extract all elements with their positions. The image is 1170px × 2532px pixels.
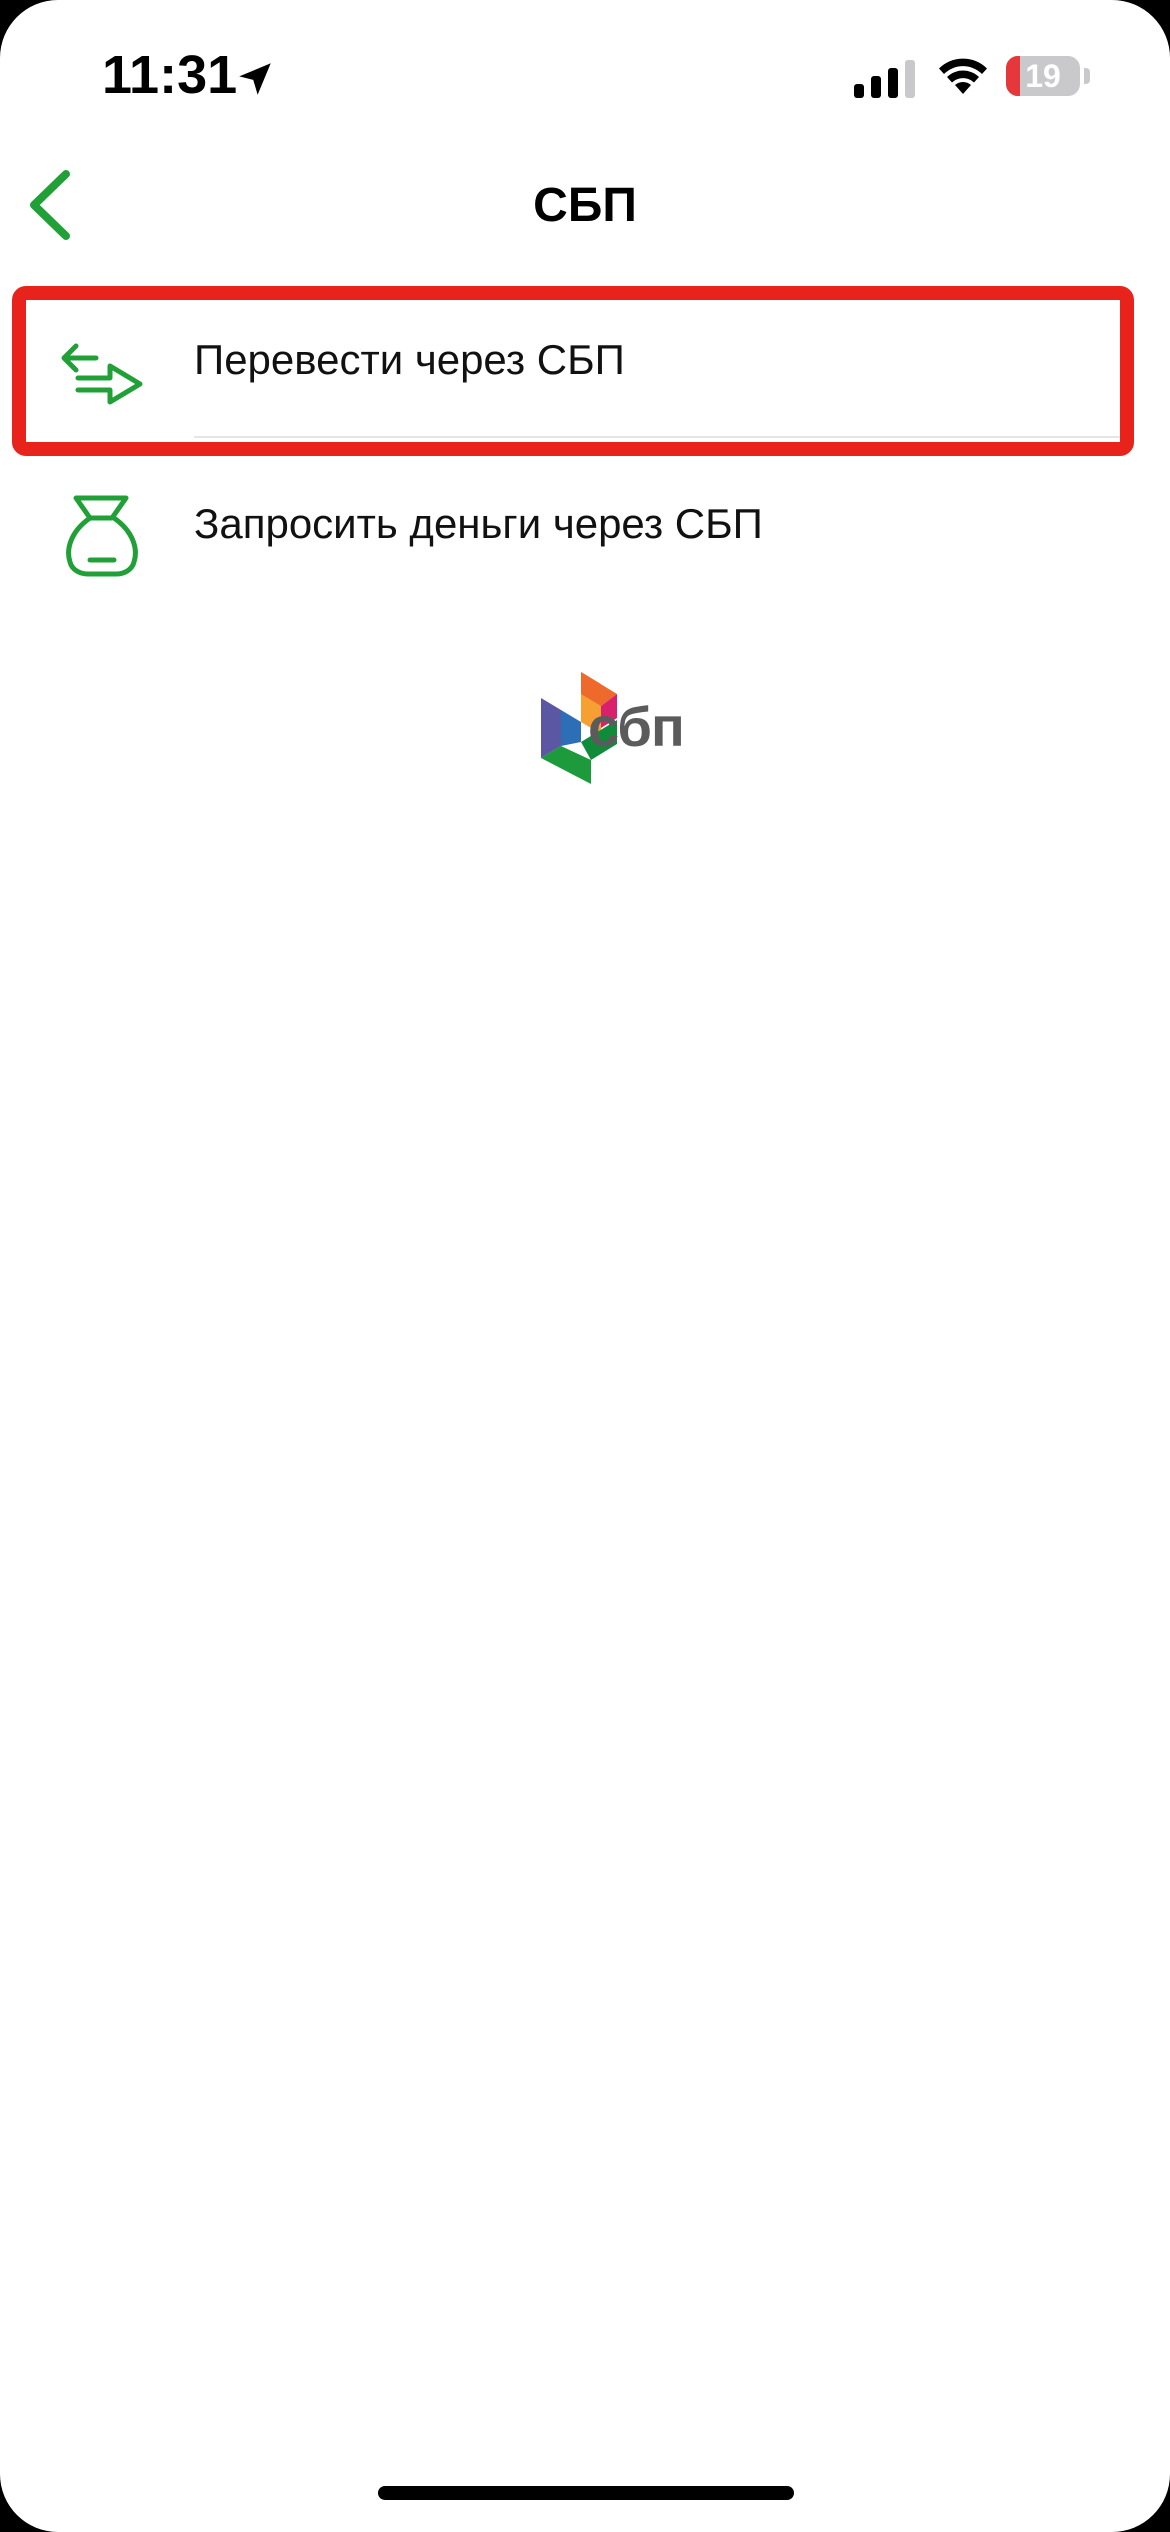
menu-item-label: Перевести через СБП [194,336,625,383]
menu-item-transfer-sbp[interactable]: Перевести через СБП [0,284,1170,434]
home-indicator[interactable] [378,2486,794,2500]
list-divider [194,436,1122,438]
app-screen: 11:31 19 СБП Перевести через СБП Запроси… [0,0,1170,2532]
page-title: СБП [533,179,637,232]
status-time: 11:31 [102,45,238,105]
battery-cap [1084,68,1090,84]
battery-icon: 19 [1006,56,1080,96]
cellular-signal-icon [854,60,915,98]
menu-item-label: Запросить деньги через СБП [194,500,763,547]
status-bar: 11:31 19 [0,0,1170,150]
location-arrow-icon [239,63,271,95]
menu-item-request-money-sbp[interactable]: Запросить деньги через СБП [0,450,1170,600]
battery-level-text: 19 [1025,58,1061,94]
money-bag-icon [66,495,138,577]
transfer-arrows-icon [61,343,143,405]
wifi-icon [939,58,987,94]
sbp-logo-text: сбп [588,695,685,758]
